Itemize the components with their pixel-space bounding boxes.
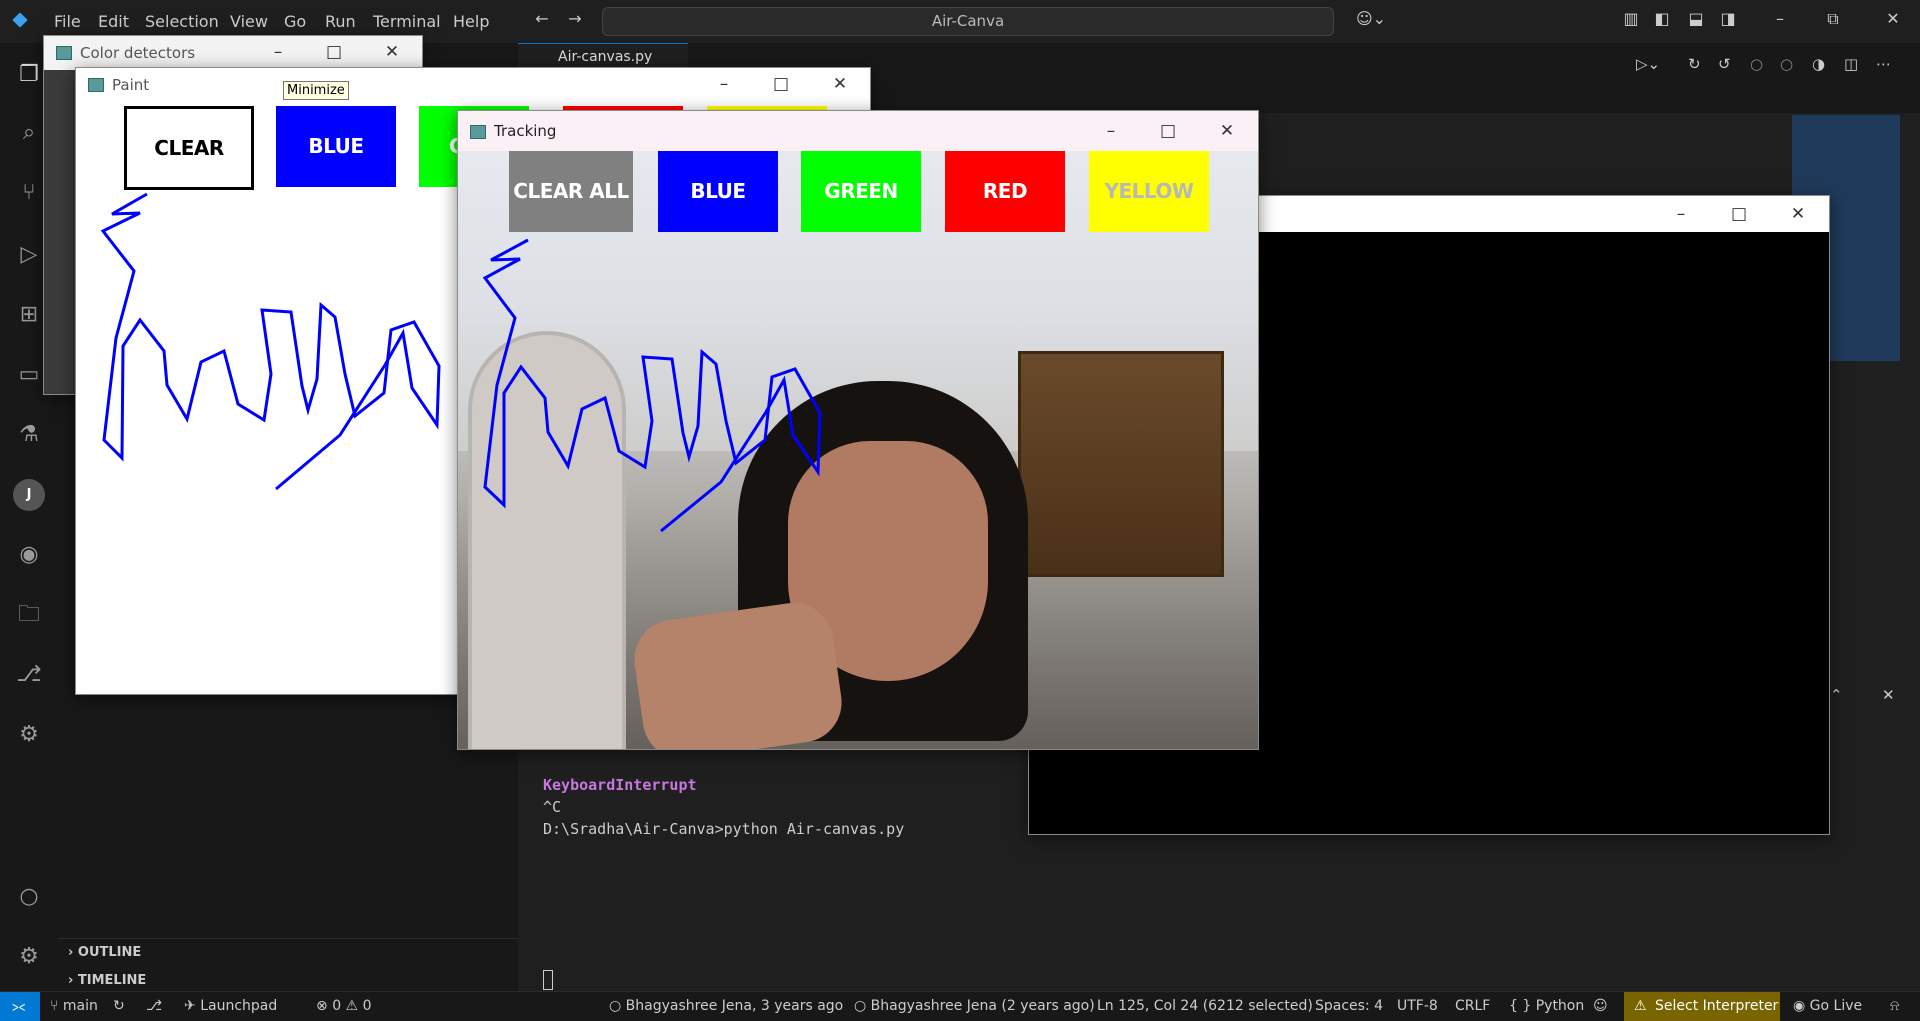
line-ending[interactable]: CRLF [1455, 998, 1490, 1014]
color-detectors-titlebar[interactable]: Color detectors – □ ✕ [44, 36, 422, 70]
warning-icon: ⚠ [1634, 998, 1647, 1014]
terminal-error-line: KeyboardInterrupt [543, 776, 697, 794]
terminal-ctrlc-line: ^C [543, 798, 562, 816]
go-live-label: Go Live [1809, 998, 1863, 1014]
select-interpreter-item[interactable]: ⚠ Select Interpreter [1624, 992, 1780, 1021]
copilot-icon[interactable]: ☺⌄ [1353, 10, 1389, 28]
more-actions-icon[interactable]: ⋯ [1876, 55, 1891, 73]
folder-icon[interactable]: 🗀 [13, 599, 45, 631]
run-debug-icon[interactable]: ▷ [13, 239, 45, 271]
panel-maximize-icon[interactable]: ⌃ [1830, 686, 1843, 704]
color-detectors-title: Color detectors [80, 44, 196, 62]
github-icon[interactable]: ◉ [13, 539, 45, 571]
source-control-icon[interactable]: ⑂ [13, 177, 45, 209]
remote-explorer-icon[interactable]: ▭ [13, 359, 45, 391]
terminal-output: KeyboardInterrupt ^C D:\Sradha\Air-Canva… [543, 774, 904, 840]
testing-icon[interactable]: ⚗ [13, 419, 45, 451]
outline-label: OUTLINE [77, 945, 142, 960]
menu-selection[interactable]: Selection [145, 12, 219, 31]
branch-item[interactable]: ⑂ main [50, 998, 98, 1014]
search-label: Air-Canva [931, 12, 1005, 30]
account-icon[interactable]: ○ [13, 881, 45, 913]
tab-label: Air-canvas.py [558, 49, 653, 65]
next-change-icon[interactable]: ○ [1780, 55, 1793, 73]
divider [58, 938, 518, 939]
window-minimize-icon[interactable]: – [1771, 10, 1789, 28]
minimize-icon[interactable]: – [266, 40, 290, 64]
maximize-icon[interactable]: □ [1727, 202, 1751, 226]
extensions-icon[interactable]: ⊞ [13, 299, 45, 331]
manage-gear-icon[interactable]: ⚙ [13, 941, 45, 973]
terminal-prompt-line: D:\Sradha\Air-Canva>python Air-canvas.py [543, 820, 905, 838]
compare-icon[interactable]: ↺ [1718, 55, 1731, 73]
copilot-status-icon[interactable]: ☺ [1593, 998, 1608, 1014]
run-python-icon[interactable]: ▷⌄ [1636, 55, 1660, 73]
toggle-sidebar-icon[interactable]: ◧ [1653, 10, 1671, 28]
menu-run[interactable]: Run [325, 12, 356, 31]
menu-help[interactable]: Help [453, 12, 489, 31]
menu-edit[interactable]: Edit [98, 12, 129, 31]
language-label: Python [1535, 998, 1585, 1014]
blame-label: Bhagyashree Jena, 3 years ago [625, 998, 844, 1014]
gitlens-blame-item[interactable]: ○ Bhagyashree Jena (2 years ago) [854, 998, 1095, 1014]
customize-layout-icon[interactable]: ▥ [1622, 10, 1640, 28]
timeline-label: TIMELINE [77, 973, 147, 988]
json-icon[interactable]: J [13, 479, 45, 511]
tracking-window[interactable]: Tracking – □ ✕ CLEAR ALL BLUE GREEN RED … [457, 110, 1259, 750]
select-interpreter-label: Select Interpreter [1655, 998, 1779, 1014]
app-icon [56, 46, 72, 60]
launchpad-item[interactable]: ✈ Launchpad [184, 998, 277, 1014]
go-live-item[interactable]: ◉ Go Live [1793, 998, 1862, 1014]
close-icon[interactable]: ✕ [380, 40, 404, 64]
menu-terminal[interactable]: Terminal [373, 12, 441, 31]
status-bar: ⪥ ⑂ main ↻ ⎇ ✈ Launchpad ⊗ 0 ⚠ 0 ○ Bhagy… [0, 991, 1920, 1021]
command-center-search[interactable]: Air-Canva [602, 7, 1334, 36]
explorer-icon[interactable]: ❐ [13, 59, 45, 91]
open-changes-icon[interactable]: ◑ [1812, 55, 1825, 73]
cursor-position[interactable]: Ln 125, Col 24 (6212 selected) [1097, 998, 1313, 1014]
extension-settings-icon[interactable]: ⚙ [13, 719, 45, 751]
language-mode[interactable]: { } Python [1509, 998, 1584, 1014]
remote-icon: ⪥ [12, 997, 26, 1015]
sync-icon[interactable]: ↻ [113, 998, 125, 1014]
launchpad-label: Launchpad [200, 998, 278, 1014]
toggle-panel-icon[interactable]: ⬓ [1687, 10, 1705, 28]
branch-label: main [62, 998, 98, 1014]
maximize-icon[interactable]: □ [322, 40, 346, 64]
search-icon[interactable]: ⌕ [13, 117, 45, 149]
window-close-icon[interactable]: ✕ [1884, 10, 1902, 28]
prev-change-icon[interactable]: ○ [1750, 55, 1763, 73]
blame-item[interactable]: ○ Bhagyashree Jena, 3 years ago [609, 998, 843, 1014]
window-restore-icon[interactable]: ⧉ [1824, 10, 1842, 28]
encoding[interactable]: UTF-8 [1397, 998, 1438, 1014]
notifications-bell-icon[interactable]: ⍾ [1890, 998, 1899, 1014]
tracking-drawing [482, 238, 822, 533]
indentation[interactable]: Spaces: 4 [1315, 998, 1383, 1014]
outline-section[interactable]: › OUTLINE [68, 945, 141, 960]
timeline-section[interactable]: › TIMELINE [68, 973, 146, 988]
menu-go[interactable]: Go [284, 12, 306, 31]
gitlens-blame-label: Bhagyashree Jena (2 years ago) [870, 998, 1095, 1014]
split-editor-icon[interactable]: ◫ [1844, 55, 1858, 73]
minimize-icon[interactable]: – [1669, 202, 1693, 226]
remote-indicator[interactable]: ⪥ [0, 992, 40, 1021]
git-graph-icon[interactable]: ⎇ [13, 659, 45, 691]
terminal-cursor [543, 970, 553, 990]
problems-item[interactable]: ⊗ 0 ⚠ 0 [316, 998, 371, 1014]
timeline-history-icon[interactable]: ↻ [1688, 55, 1701, 73]
forward-arrow-icon[interactable]: → [566, 10, 584, 28]
panel-close-icon[interactable]: ✕ [1882, 686, 1895, 704]
menu-view[interactable]: View [230, 12, 268, 31]
warnings-count: 0 [362, 998, 372, 1014]
back-arrow-icon[interactable]: ← [533, 10, 551, 28]
toggle-secondary-sidebar-icon[interactable]: ◨ [1719, 10, 1737, 28]
vscode-logo-icon: ⯁ [12, 9, 28, 33]
errors-count: 0 [332, 998, 342, 1014]
git-graph-status-icon[interactable]: ⎇ [146, 998, 162, 1014]
close-icon[interactable]: ✕ [1786, 202, 1810, 226]
menu-file[interactable]: File [54, 12, 81, 31]
